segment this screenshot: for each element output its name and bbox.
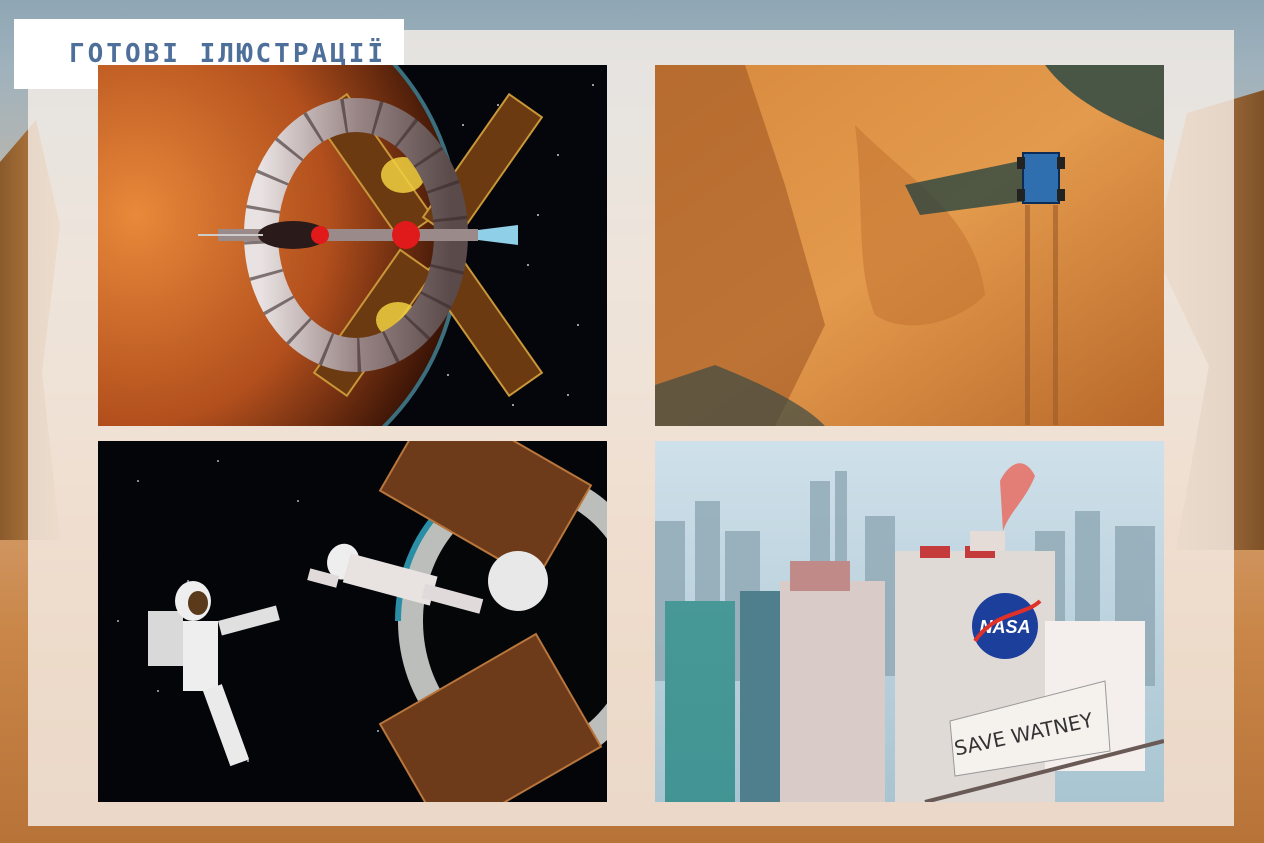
mars-rover-image [655,65,1164,426]
nasa-city-image: NASA SAVE WATNEY [655,441,1164,802]
astronauts-image [98,441,607,802]
space-station-image [98,65,607,426]
